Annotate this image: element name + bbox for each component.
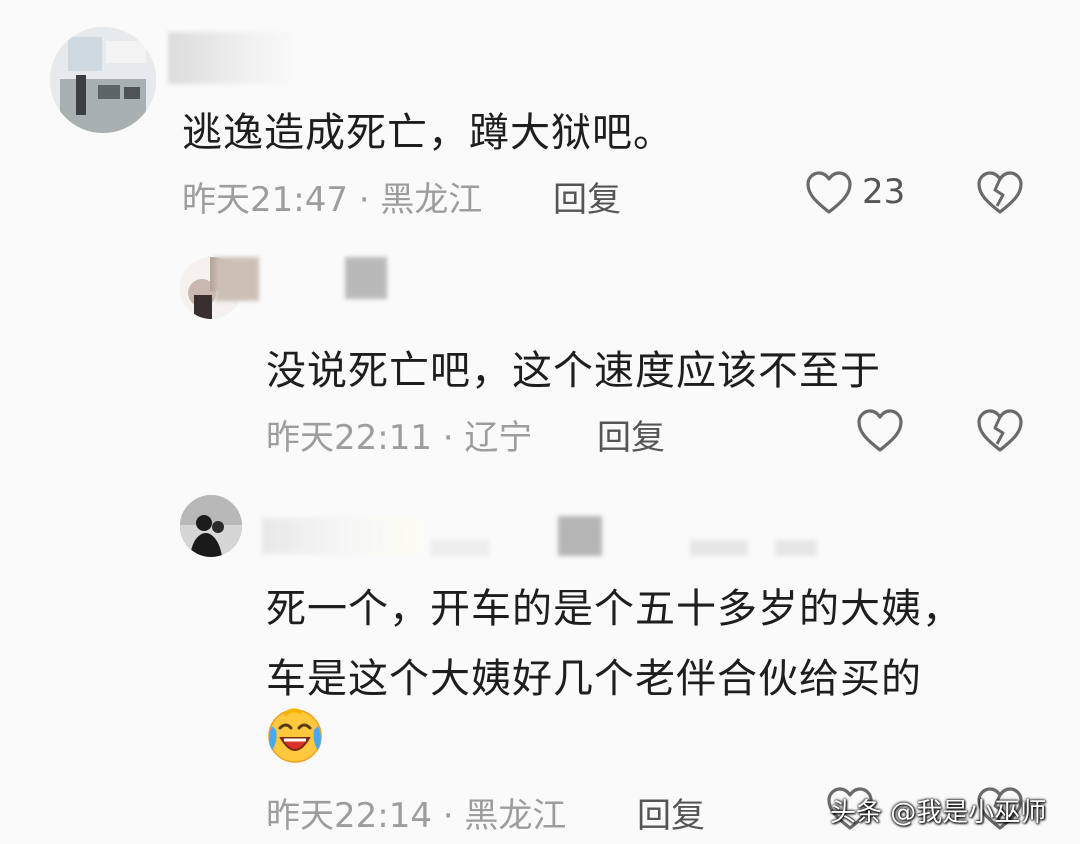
username-redacted (430, 540, 490, 556)
avatar-image (180, 495, 242, 557)
comment-location: 黑龙江 (380, 180, 483, 220)
comment-text-line: 死一个，开车的是个五十多岁的大姨， (266, 586, 963, 632)
laughing-crying-emoji (266, 706, 324, 768)
comment-text: 逃逸造成死亡，蹲大狱吧。 (182, 110, 674, 156)
meta-separator: · (358, 180, 370, 220)
reply-button[interactable]: 回复 (637, 788, 705, 837)
username-redacted (775, 540, 817, 556)
username-redacted (215, 257, 259, 301)
heart-icon (806, 171, 852, 214)
comment-time: 昨天21:47 (182, 180, 348, 220)
watermark: 头条 @我是小巫师 (830, 798, 1047, 828)
comment-meta: 昨天22:14 · 黑龙江 (266, 788, 566, 837)
like-button[interactable] (805, 170, 853, 216)
heart-icon (857, 409, 903, 452)
comment-time: 昨天22:14 (266, 796, 432, 836)
username-redacted (345, 257, 387, 299)
username-redacted (262, 518, 422, 554)
like-count: 23 (862, 172, 906, 212)
comment-time: 昨天22:11 (266, 418, 432, 458)
avatar-image (50, 27, 156, 133)
broken-heart-icon (977, 171, 1023, 214)
username-redacted (558, 516, 602, 556)
reply-button[interactable]: 回复 (553, 172, 621, 221)
like-button[interactable] (856, 408, 904, 454)
avatar[interactable] (50, 27, 156, 133)
meta-separator: · (442, 796, 454, 836)
avatar[interactable] (180, 495, 242, 557)
comment-text-line: 车是这个大姨好几个老伴合伙给买的 (266, 656, 922, 702)
username-redacted (690, 540, 748, 556)
dislike-button[interactable] (976, 170, 1024, 216)
username-redacted (168, 32, 298, 84)
broken-heart-icon (977, 409, 1023, 452)
meta-separator: · (442, 418, 454, 458)
comment-meta: 昨天21:47 · 黑龙江 (182, 172, 482, 221)
comment-location: 辽宁 (464, 418, 533, 458)
reply-button[interactable]: 回复 (597, 410, 665, 459)
laughing-crying-emoji-icon (268, 708, 322, 763)
comment-text: 没说死亡吧，这个速度应该不至于 (266, 348, 881, 394)
comment-location: 黑龙江 (464, 796, 567, 836)
dislike-button[interactable] (976, 408, 1024, 454)
comment-meta: 昨天22:11 · 辽宁 (266, 410, 532, 459)
